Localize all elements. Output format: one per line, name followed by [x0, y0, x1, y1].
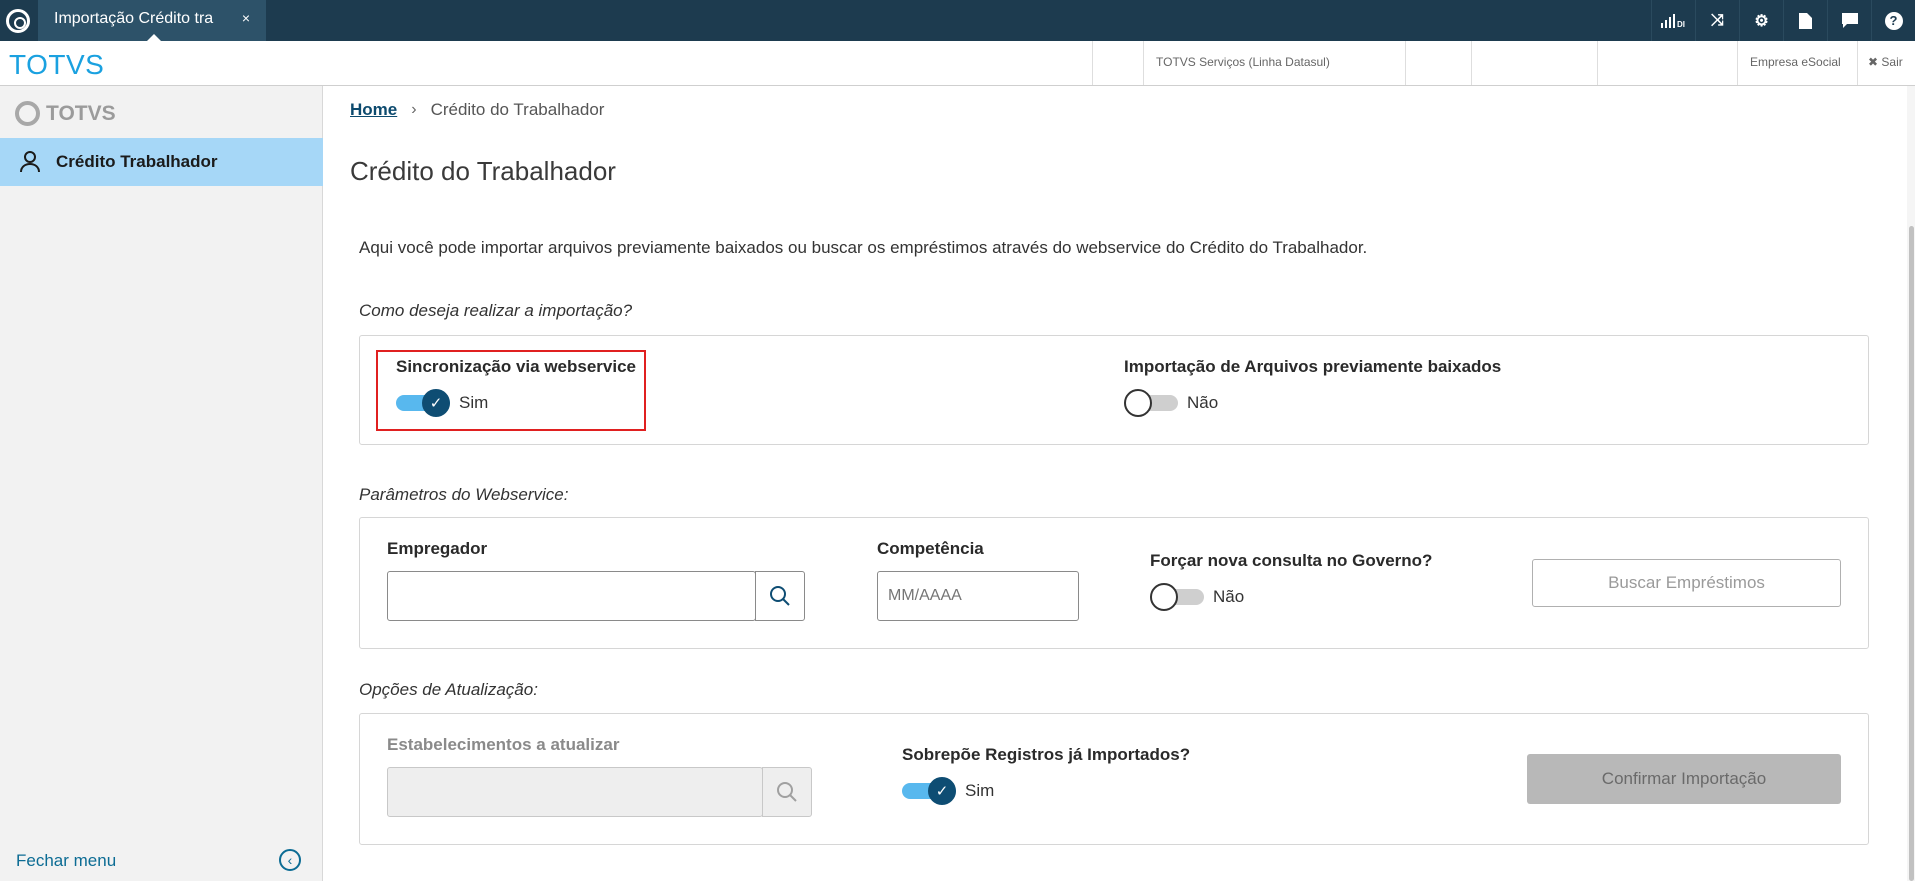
sidebar: TOTVS Crédito Trabalhador Fechar menu ‹ — [0, 86, 323, 881]
force-query-switch-value: Não — [1213, 587, 1245, 606]
sidebar-item-credito-trabalhador[interactable]: Crédito Trabalhador — [0, 138, 323, 186]
highlight-box — [376, 350, 646, 431]
company-selector[interactable]: TOTVS Serviços (Linha Datasul) — [1143, 41, 1406, 85]
update-options-title: Opções de Atualização: — [359, 680, 538, 699]
tab-close-icon[interactable]: × — [242, 10, 250, 26]
search-icon — [777, 782, 797, 802]
search-icon — [770, 586, 790, 606]
switch-knob — [1124, 389, 1152, 417]
employer-input[interactable] — [387, 571, 756, 621]
sidebar-item-label: Crédito Trabalhador — [56, 152, 218, 171]
esocial-company[interactable]: Empresa eSocial — [1737, 41, 1858, 85]
chevron-right-icon: › — [411, 101, 417, 118]
confirm-import-button[interactable]: Confirmar Importação — [1527, 754, 1841, 804]
force-query-switch[interactable] — [1150, 583, 1204, 611]
files-import-label: Importação de Arquivos previamente baixa… — [1124, 357, 1502, 376]
competence-input[interactable] — [877, 571, 1079, 621]
help-glyph: ? — [1884, 11, 1903, 30]
files-import-switch[interactable] — [1124, 389, 1178, 417]
header-spacer — [1092, 41, 1144, 85]
establishments-label: Estabelecimentos a atualizar — [387, 735, 620, 754]
import-mode-title: Como deseja realizar a importação? — [359, 301, 633, 320]
overwrite-switch-value: Sim — [965, 781, 995, 800]
sidebar-logo: TOTVS — [15, 101, 116, 126]
help-icon[interactable]: ? — [1871, 0, 1915, 41]
breadcrumb-current: Crédito do Trabalhador — [430, 100, 605, 119]
chat-icon[interactable] — [1827, 0, 1871, 41]
chevron-left-icon[interactable]: ‹ — [279, 849, 301, 871]
top-bar: Importação Crédito tra × DI ⤨ ⚙ ? — [0, 0, 1915, 42]
header-spacer — [1597, 41, 1738, 85]
app-header: TOTVS TOTVS Serviços (Linha Datasul) Emp… — [0, 41, 1915, 86]
page-title: Crédito do Trabalhador — [350, 156, 616, 186]
document-icon[interactable] — [1783, 0, 1827, 41]
overwrite-switch[interactable]: ✓ — [902, 777, 956, 805]
logout-button[interactable]: ✖ Sair — [1857, 41, 1915, 85]
force-query-label: Forçar nova consulta no Governo? — [1150, 551, 1433, 570]
establishments-input[interactable] — [387, 767, 763, 817]
page-scrollbar[interactable] — [1907, 86, 1915, 881]
top-icon-bar: DI ⤨ ⚙ ? — [1651, 0, 1915, 41]
brand-logo[interactable]: TOTVS — [9, 49, 104, 81]
svg-text:DI: DI — [1677, 20, 1685, 28]
breadcrumb-home[interactable]: Home — [350, 100, 397, 120]
search-loans-button[interactable]: Buscar Empréstimos — [1532, 559, 1841, 607]
header-spacer — [1405, 41, 1472, 85]
check-icon: ✓ — [928, 777, 956, 805]
sidebar-footer: Fechar menu ‹ — [0, 841, 323, 881]
sidebar-logo-text: TOTVS — [46, 101, 116, 125]
tab-importacao[interactable]: Importação Crédito tra × — [38, 0, 266, 42]
gear-icon[interactable]: ⚙ — [1739, 0, 1783, 41]
scrollbar-thumb[interactable] — [1909, 226, 1914, 881]
switch-knob — [1150, 583, 1178, 611]
document-shape — [1799, 12, 1812, 29]
files-import-switch-value: Não — [1187, 393, 1219, 412]
employer-label: Empregador — [387, 539, 488, 558]
establishments-search-button[interactable] — [762, 767, 812, 817]
tab-label: Importação Crédito tra — [54, 10, 214, 27]
intro-text: Aqui você pode importar arquivos previam… — [359, 238, 1368, 257]
breadcrumb: Home › Crédito do Trabalhador — [350, 100, 604, 120]
employer-search-button[interactable] — [755, 571, 805, 621]
chat-shape — [1841, 13, 1858, 28]
user-icon — [20, 151, 40, 173]
totvs-circle-icon — [15, 101, 40, 126]
overwrite-label: Sobrepõe Registros já Importados? — [902, 745, 1191, 764]
signal-icon[interactable]: DI — [1651, 0, 1695, 41]
webservice-params-title: Parâmetros do Webservice: — [359, 485, 569, 504]
competence-label: Competência — [877, 539, 984, 558]
totvs-logo-icon[interactable] — [6, 9, 30, 33]
close-menu-link[interactable]: Fechar menu — [16, 851, 116, 871]
header-spacer — [1471, 41, 1598, 85]
signal-bars-icon: DI — [1660, 13, 1685, 28]
shuffle-icon[interactable]: ⤨ — [1695, 0, 1739, 41]
